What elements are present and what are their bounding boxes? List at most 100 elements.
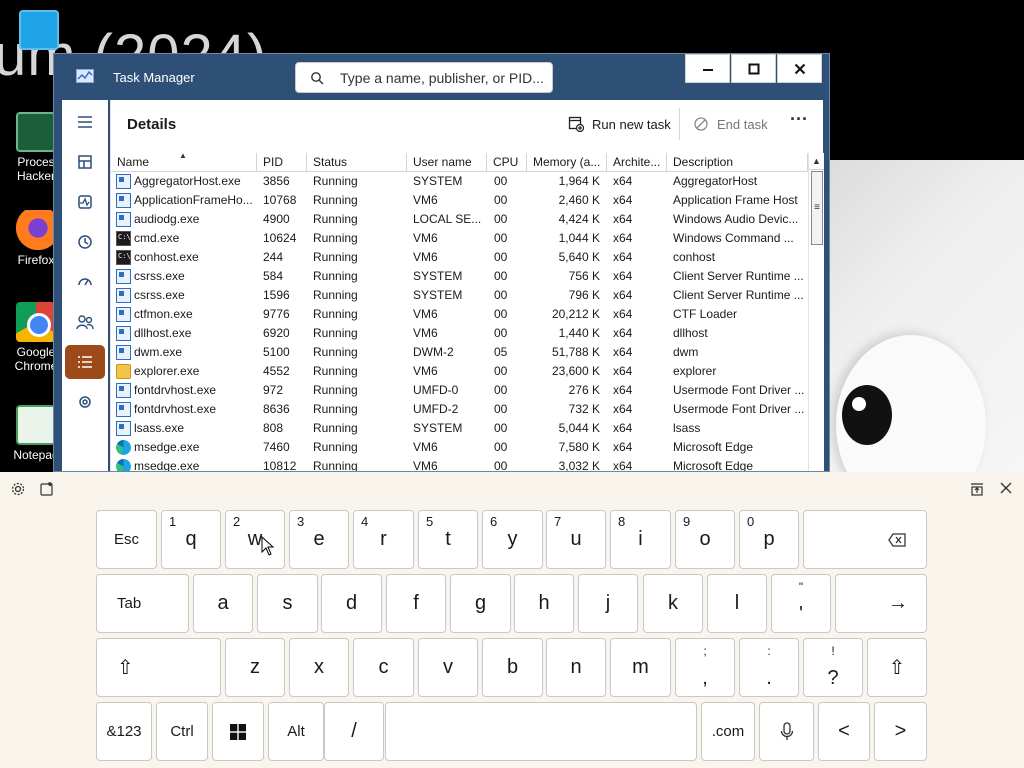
table-row[interactable]: ApplicationFrameHo... 10768 Running VM6 00 2,…: [111, 191, 808, 210]
sidebar-item-performance[interactable]: [65, 185, 105, 219]
cell-cpu: 00: [494, 421, 508, 435]
key-esc[interactable]: Esc: [96, 510, 157, 569]
maximize-button[interactable]: [731, 54, 776, 83]
close-button[interactable]: [777, 54, 822, 83]
run-new-task-button[interactable]: Run new task: [568, 110, 671, 138]
table-row[interactable]: fontdrvhost.exe 8636 Running UMFD-2 00 732 K x…: [111, 400, 808, 419]
sidebar-item-processes[interactable]: [65, 145, 105, 179]
key-voice-typing[interactable]: [759, 702, 814, 761]
table-row[interactable]: fontdrvhost.exe 972 Running UMFD-0 00 276 K x6…: [111, 381, 808, 400]
key-tab[interactable]: Tab: [96, 574, 189, 633]
table-row[interactable]: csrss.exe 1596 Running SYSTEM 00 796 K x64 Clie…: [111, 286, 808, 305]
key-g[interactable]: g: [450, 574, 511, 633]
table-row[interactable]: msedge.exe 10812 Running VM6 00 3,032 K x64 Mic…: [111, 457, 808, 471]
column-header[interactable]: Description: [667, 153, 808, 172]
key-enter[interactable]: →: [835, 574, 927, 633]
emoji-button[interactable]: [39, 482, 55, 498]
table-row[interactable]: csrss.exe 584 Running SYSTEM 00 756 K x64 Clien…: [111, 267, 808, 286]
key-punct[interactable]: !?: [803, 638, 863, 697]
keyboard-settings-button[interactable]: [10, 482, 26, 498]
key-l[interactable]: l: [707, 574, 767, 633]
key-dotcom[interactable]: .com: [701, 702, 755, 761]
vertical-scrollbar[interactable]: ▲ ≡: [808, 153, 824, 471]
key-r[interactable]: 4r: [353, 510, 414, 569]
cell-cpu: 00: [494, 288, 508, 302]
keyboard-close-button[interactable]: [998, 482, 1014, 498]
key-j[interactable]: j: [578, 574, 638, 633]
more-options-button[interactable]: ···: [785, 110, 813, 136]
key-w[interactable]: 2w: [225, 510, 285, 569]
column-header[interactable]: Archite...: [607, 153, 667, 172]
sidebar-item-startup-apps[interactable]: [65, 265, 105, 299]
column-header[interactable]: CPU: [487, 153, 527, 172]
key-ctrl[interactable]: Ctrl: [156, 702, 208, 761]
column-header[interactable]: PID: [257, 153, 307, 172]
key-b[interactable]: b: [482, 638, 543, 697]
cell-arch: x64: [613, 364, 633, 378]
key-f[interactable]: f: [386, 574, 446, 633]
key-left[interactable]: <: [818, 702, 870, 761]
key-p[interactable]: 0p: [739, 510, 799, 569]
key-alt[interactable]: Alt: [268, 702, 324, 761]
key-shift[interactable]: ⇧: [96, 638, 221, 697]
sidebar-item-details[interactable]: [65, 345, 105, 379]
sidebar-item-users[interactable]: [65, 305, 105, 339]
key-d[interactable]: d: [321, 574, 382, 633]
sidebar-item-app-history[interactable]: [65, 225, 105, 259]
key-i[interactable]: 8i: [610, 510, 671, 569]
sidebar-menu-button[interactable]: [65, 105, 105, 139]
table-row[interactable]: explorer.exe 4552 Running VM6 00 23,600 K x64 e…: [111, 362, 808, 381]
key-space[interactable]: [385, 702, 697, 761]
scroll-up-arrow[interactable]: ▲: [809, 153, 824, 170]
key-v[interactable]: v: [418, 638, 478, 697]
key-o[interactable]: 9o: [675, 510, 735, 569]
key-punct[interactable]: " ': [771, 574, 831, 633]
cell-cpu: 00: [494, 231, 508, 245]
key-t[interactable]: 5t: [418, 510, 478, 569]
key-c[interactable]: c: [353, 638, 414, 697]
key-s[interactable]: s: [257, 574, 318, 633]
search-input[interactable]: [340, 68, 545, 88]
key-q[interactable]: 1q: [161, 510, 221, 569]
column-header[interactable]: Memory (a...: [527, 153, 607, 172]
dock-keyboard-button[interactable]: [969, 482, 985, 498]
column-header[interactable]: Status: [307, 153, 407, 172]
cell-user: VM6: [413, 193, 438, 207]
key-slash[interactable]: /: [324, 702, 384, 761]
key-z[interactable]: z: [225, 638, 285, 697]
key-punct[interactable]: :.: [739, 638, 799, 697]
table-row[interactable]: conhost.exe 244 Running VM6 00 5,640 K x64 conh…: [111, 248, 808, 267]
key-x[interactable]: x: [289, 638, 349, 697]
key-punct[interactable]: ;,: [675, 638, 735, 697]
key-u[interactable]: 7u: [546, 510, 606, 569]
table-row[interactable]: audiodg.exe 4900 Running LOCAL SE... 00 4,424…: [111, 210, 808, 229]
column-header[interactable]: User name: [407, 153, 487, 172]
cell-user: SYSTEM: [413, 421, 463, 435]
end-task-button[interactable]: End task: [693, 110, 768, 138]
table-row[interactable]: dwm.exe 5100 Running DWM-2 05 51,788 K x64 dwm: [111, 343, 808, 362]
key-right[interactable]: >: [874, 702, 927, 761]
title-bar[interactable]: Task Manager: [54, 54, 829, 100]
table-row[interactable]: AggregatorHost.exe 3856 Running SYSTEM 00 1,9…: [111, 172, 808, 191]
scroll-thumb[interactable]: ≡: [811, 171, 823, 245]
key-h[interactable]: h: [514, 574, 574, 633]
table-row[interactable]: ctfmon.exe 9776 Running VM6 00 20,212 K x64 CTF…: [111, 305, 808, 324]
sidebar-item-services[interactable]: [65, 385, 105, 419]
key-k[interactable]: k: [643, 574, 703, 633]
key-e[interactable]: 3e: [289, 510, 349, 569]
key-windows[interactable]: [212, 702, 264, 761]
key-n[interactable]: n: [546, 638, 606, 697]
desktop-icon-monitor[interactable]: [9, 10, 69, 53]
table-row[interactable]: cmd.exe 10624 Running VM6 00 1,044 K x64 Window…: [111, 229, 808, 248]
key-shift[interactable]: ⇧: [867, 638, 927, 697]
table-row[interactable]: msedge.exe 7460 Running VM6 00 7,580 K x64 Micr…: [111, 438, 808, 457]
key-backspace[interactable]: [803, 510, 927, 569]
key-a[interactable]: a: [193, 574, 253, 633]
table-row[interactable]: lsass.exe 808 Running SYSTEM 00 5,044 K x64 lsa…: [111, 419, 808, 438]
search-box[interactable]: [295, 62, 553, 93]
key-symbols[interactable]: &123: [96, 702, 152, 761]
table-row[interactable]: dllhost.exe 6920 Running VM6 00 1,440 K x64 dll…: [111, 324, 808, 343]
key-y[interactable]: 6y: [482, 510, 543, 569]
key-m[interactable]: m: [610, 638, 671, 697]
minimize-button[interactable]: [685, 54, 730, 83]
